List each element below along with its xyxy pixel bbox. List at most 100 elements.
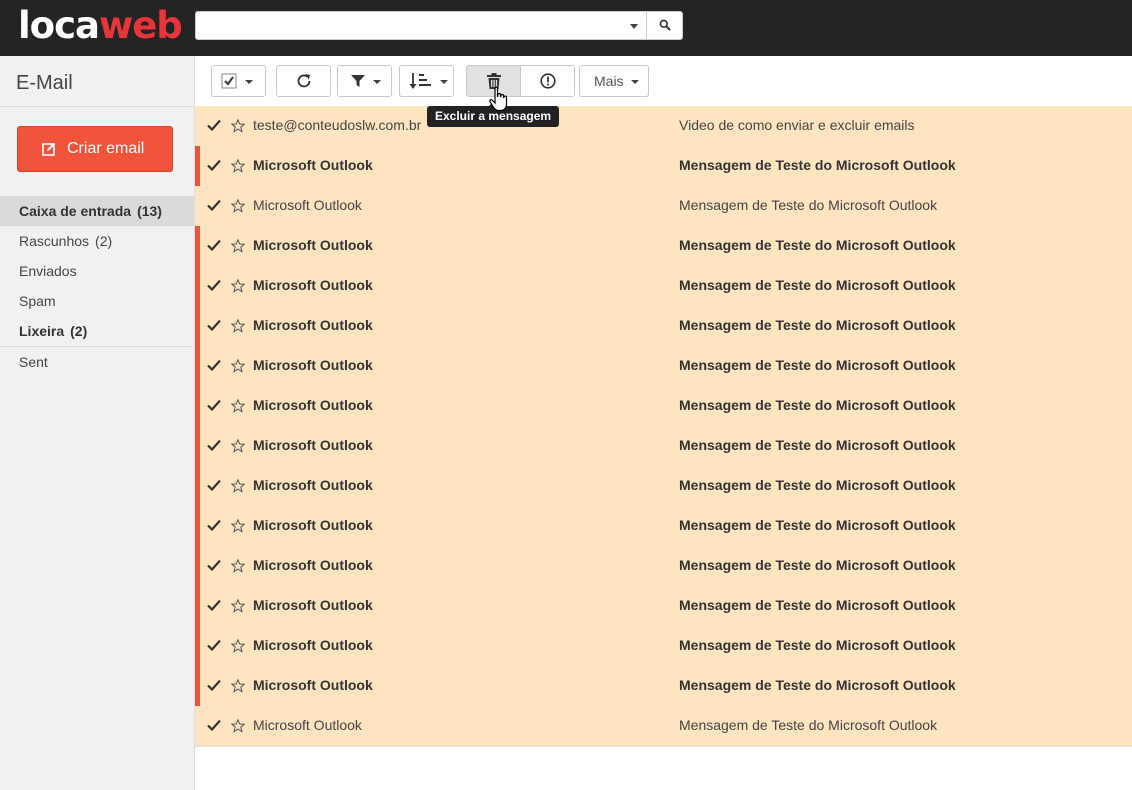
folder-count: (2) xyxy=(70,323,88,339)
checkbox-checked-icon[interactable] xyxy=(206,277,222,293)
checkbox-icon xyxy=(221,73,237,89)
list-divider xyxy=(195,746,1132,747)
star-icon[interactable] xyxy=(231,479,245,493)
message-subject: Mensagem de Teste do Microsoft Outlook xyxy=(679,637,956,653)
message-subject: Mensagem de Teste do Microsoft Outlook xyxy=(679,477,956,493)
star-icon[interactable] xyxy=(231,279,245,293)
message-sender: Microsoft Outlook xyxy=(253,197,362,213)
checkbox-checked-icon[interactable] xyxy=(206,437,222,453)
star-icon[interactable] xyxy=(231,199,245,213)
message-row[interactable]: Microsoft Outlook Mensagem de Teste do Mi… xyxy=(195,466,1132,506)
message-row[interactable]: Microsoft Outlook Mensagem de Teste do Mi… xyxy=(195,706,1132,746)
checkbox-checked-icon[interactable] xyxy=(206,597,222,613)
filter-button[interactable] xyxy=(337,65,392,97)
star-icon[interactable] xyxy=(231,319,245,333)
folder-drafts[interactable]: Rascunhos (2) xyxy=(0,226,194,256)
checkbox-checked-icon[interactable] xyxy=(206,677,222,693)
message-row[interactable]: teste@conteudoslw.com.br Video de como en… xyxy=(195,106,1132,146)
hand-cursor-icon xyxy=(489,86,508,112)
message-subject: Mensagem de Teste do Microsoft Outlook xyxy=(679,237,956,253)
message-row[interactable]: Microsoft Outlook Mensagem de Teste do Mi… xyxy=(195,586,1132,626)
message-sender: Microsoft Outlook xyxy=(253,317,373,333)
sort-button[interactable] xyxy=(399,65,454,97)
message-sender: Microsoft Outlook xyxy=(253,357,373,373)
sort-icon xyxy=(409,73,431,89)
folder-label: Sent xyxy=(19,354,48,370)
folder-trash[interactable]: Lixeira (2) xyxy=(0,316,194,347)
message-row[interactable]: Microsoft Outlook Mensagem de Teste do Mi… xyxy=(195,186,1132,226)
locaweb-logo[interactable]: locaweb xyxy=(18,4,183,48)
message-sender: Microsoft Outlook xyxy=(253,237,373,253)
star-icon[interactable] xyxy=(231,679,245,693)
checkbox-checked-icon[interactable] xyxy=(206,717,222,733)
message-row[interactable]: Microsoft Outlook Mensagem de Teste do Mi… xyxy=(195,226,1132,266)
message-row[interactable]: Microsoft Outlook Mensagem de Teste do Mi… xyxy=(195,626,1132,666)
more-button[interactable]: Mais xyxy=(579,65,649,97)
checkbox-checked-icon[interactable] xyxy=(206,557,222,573)
refresh-button[interactable] xyxy=(276,65,331,97)
more-label: Mais xyxy=(594,73,624,89)
message-row[interactable]: Microsoft Outlook Mensagem de Teste do Mi… xyxy=(195,306,1132,346)
message-subject: Video de como enviar e excluir emails xyxy=(679,117,915,133)
message-row[interactable]: Microsoft Outlook Mensagem de Teste do Mi… xyxy=(195,146,1132,186)
message-sender: Microsoft Outlook xyxy=(253,277,373,293)
refresh-icon xyxy=(297,74,311,88)
star-icon[interactable] xyxy=(231,359,245,373)
message-row[interactable]: Microsoft Outlook Mensagem de Teste do Mi… xyxy=(195,346,1132,386)
message-row[interactable]: Microsoft Outlook Mensagem de Teste do Mi… xyxy=(195,386,1132,426)
checkbox-checked-icon[interactable] xyxy=(206,117,222,133)
search-box xyxy=(195,11,683,40)
checkbox-checked-icon[interactable] xyxy=(206,517,222,533)
star-icon[interactable] xyxy=(231,719,245,733)
select-all-button[interactable] xyxy=(211,65,266,97)
folder-sent-items[interactable]: Enviados xyxy=(0,256,194,286)
message-row[interactable]: Microsoft Outlook Mensagem de Teste do Mi… xyxy=(195,266,1132,306)
checkbox-checked-icon[interactable] xyxy=(206,637,222,653)
alert-icon xyxy=(540,73,556,89)
star-icon[interactable] xyxy=(231,599,245,613)
message-subject: Mensagem de Teste do Microsoft Outlook xyxy=(679,437,956,453)
checkbox-checked-icon[interactable] xyxy=(206,357,222,373)
star-icon[interactable] xyxy=(231,559,245,573)
star-icon[interactable] xyxy=(231,639,245,653)
message-subject: Mensagem de Teste do Microsoft Outlook xyxy=(679,557,956,573)
folder-sent[interactable]: Sent xyxy=(0,347,194,377)
message-row[interactable]: Microsoft Outlook Mensagem de Teste do Mi… xyxy=(195,426,1132,466)
chevron-down-icon xyxy=(245,80,253,84)
star-icon[interactable] xyxy=(231,159,245,173)
checkbox-checked-icon[interactable] xyxy=(206,317,222,333)
checkbox-checked-icon[interactable] xyxy=(206,197,222,213)
sidebar: E-Mail Criar email Caixa de entrada (13) … xyxy=(0,56,195,790)
message-subject: Mensagem de Teste do Microsoft Outlook xyxy=(679,597,956,613)
checkbox-checked-icon[interactable] xyxy=(206,477,222,493)
folder-spam[interactable]: Spam xyxy=(0,286,194,316)
search-input[interactable] xyxy=(196,12,632,39)
message-row[interactable]: Microsoft Outlook Mensagem de Teste do Mi… xyxy=(195,506,1132,546)
top-bar: locaweb xyxy=(0,0,1132,56)
message-row[interactable]: Microsoft Outlook Mensagem de Teste do Mi… xyxy=(195,546,1132,586)
logo-text-loca: loca xyxy=(18,4,100,47)
checkbox-checked-icon[interactable] xyxy=(206,237,222,253)
star-icon[interactable] xyxy=(231,399,245,413)
checkbox-checked-icon[interactable] xyxy=(206,397,222,413)
message-subject: Mensagem de Teste do Microsoft Outlook xyxy=(679,357,956,373)
search-button[interactable] xyxy=(646,12,683,39)
compose-label: Criar email xyxy=(67,140,145,157)
checkbox-checked-icon[interactable] xyxy=(206,157,222,173)
star-icon[interactable] xyxy=(231,119,245,133)
search-icon xyxy=(659,19,671,31)
chevron-down-icon xyxy=(440,80,448,84)
star-icon[interactable] xyxy=(231,439,245,453)
message-row[interactable]: Microsoft Outlook Mensagem de Teste do Mi… xyxy=(195,666,1132,706)
folder-count: (13) xyxy=(137,203,162,219)
message-subject: Mensagem de Teste do Microsoft Outlook xyxy=(679,397,956,413)
search-options-caret-icon[interactable] xyxy=(626,12,644,39)
compose-button[interactable]: Criar email xyxy=(17,126,173,172)
folder-inbox[interactable]: Caixa de entrada (13) xyxy=(0,196,194,226)
report-spam-button[interactable] xyxy=(520,65,575,97)
star-icon[interactable] xyxy=(231,239,245,253)
folder-label: Caixa de entrada xyxy=(19,203,132,219)
star-icon[interactable] xyxy=(231,519,245,533)
folder-label: Spam xyxy=(19,293,56,309)
message-subject: Mensagem de Teste do Microsoft Outlook xyxy=(679,677,956,693)
